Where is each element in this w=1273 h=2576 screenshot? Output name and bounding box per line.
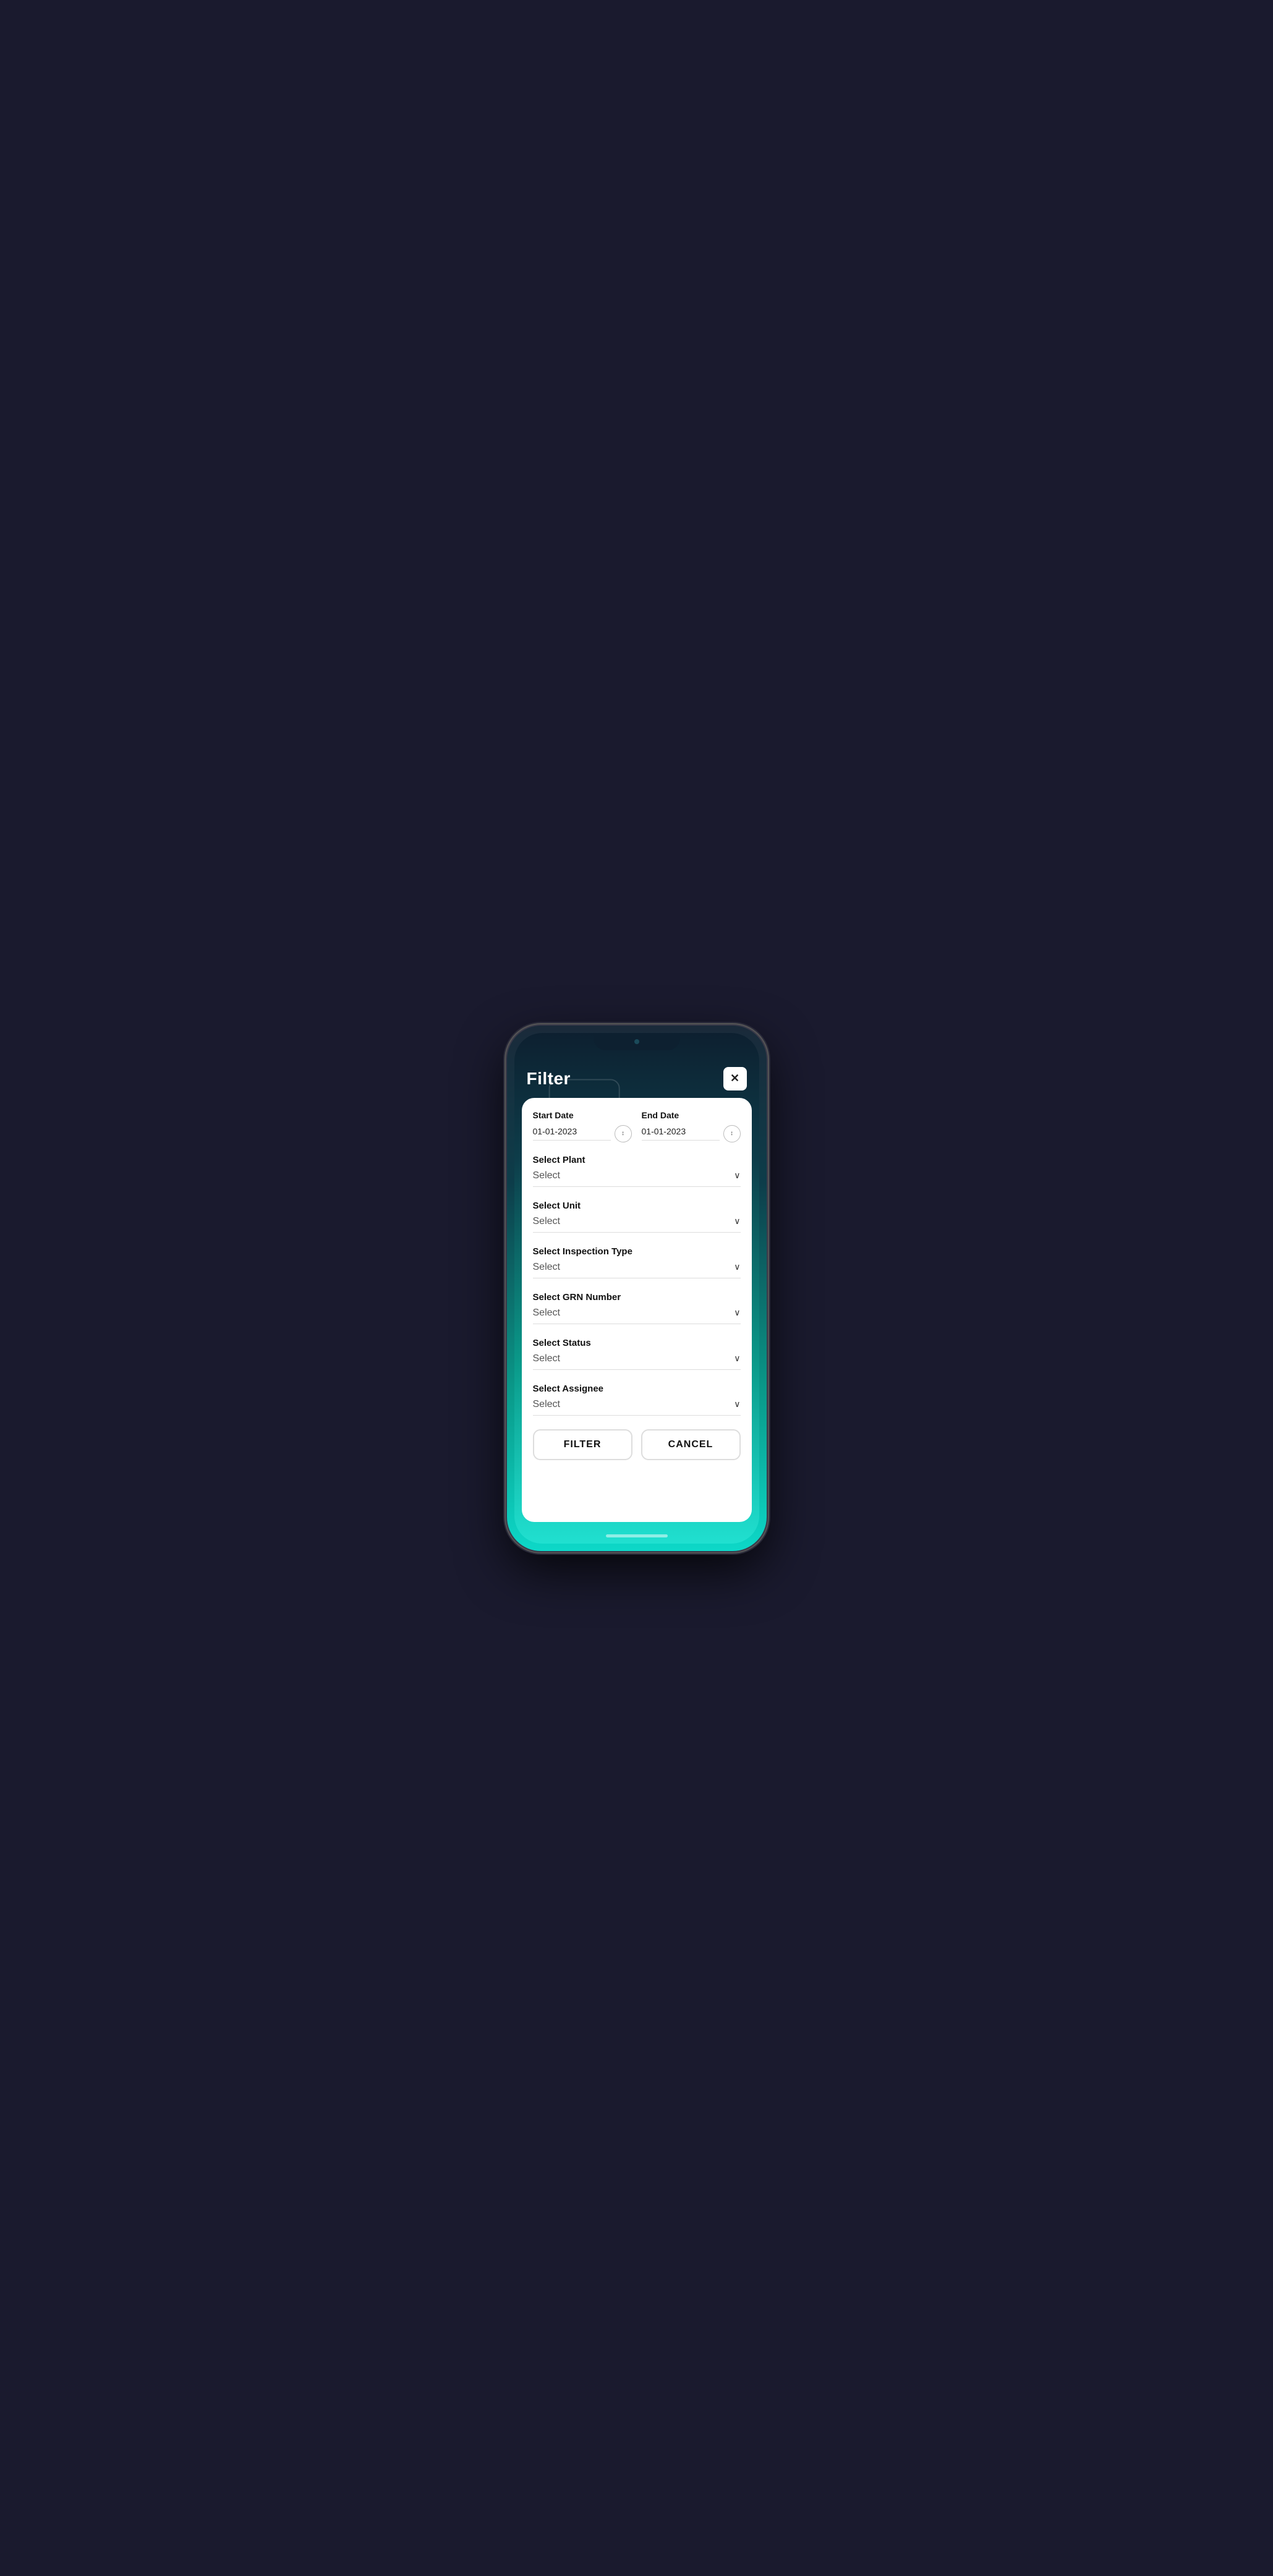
select-row-status[interactable]: Select ∨ (533, 1353, 741, 1370)
page-title: Filter (527, 1069, 571, 1089)
chevron-down-icon-status: ∨ (734, 1353, 740, 1364)
select-value-status: Select (533, 1353, 560, 1364)
phone-frame: Filter ✕ Start Date 01-01-2023 ↕ End Dat… (507, 1026, 767, 1551)
select-row-assignee[interactable]: Select ∨ (533, 1399, 741, 1416)
home-indicator (606, 1534, 668, 1537)
end-date-input-wrap: 01-01-2023 ↕ (642, 1125, 741, 1142)
end-date-sort-icon[interactable]: ↕ (723, 1125, 741, 1142)
end-date-field: End Date 01-01-2023 ↕ (642, 1110, 741, 1142)
select-label-plant: Select Plant (533, 1155, 741, 1165)
select-label-unit: Select Unit (533, 1201, 741, 1211)
date-row: Start Date 01-01-2023 ↕ End Date 01-01-2… (533, 1110, 741, 1142)
chevron-down-icon-unit: ∨ (734, 1216, 740, 1226)
select-value-plant: Select (533, 1170, 560, 1181)
start-date-value[interactable]: 01-01-2023 (533, 1126, 611, 1141)
select-value-assignee: Select (533, 1399, 560, 1410)
start-date-input-wrap: 01-01-2023 ↕ (533, 1125, 632, 1142)
select-row-grn-number[interactable]: Select ∨ (533, 1307, 741, 1324)
filter-button[interactable]: FILTER (533, 1429, 632, 1460)
chevron-down-icon-inspection-type: ∨ (734, 1262, 740, 1272)
phone-notch (594, 1033, 680, 1050)
chevron-down-icon-plant: ∨ (734, 1170, 740, 1181)
end-date-value[interactable]: 01-01-2023 (642, 1126, 720, 1141)
end-date-label: End Date (642, 1110, 741, 1120)
select-group-plant: Select Plant Select ∨ (533, 1155, 741, 1187)
phone-screen: Filter ✕ Start Date 01-01-2023 ↕ End Dat… (514, 1033, 759, 1544)
cancel-button[interactable]: CANCEL (641, 1429, 741, 1460)
notch-camera (634, 1039, 639, 1044)
select-label-assignee: Select Assignee (533, 1384, 741, 1394)
select-row-inspection-type[interactable]: Select ∨ (533, 1262, 741, 1278)
select-groups: Select PlantSelect∨Select UnitSelect∨Sel… (533, 1155, 741, 1416)
select-value-unit: Select (533, 1216, 560, 1227)
select-group-assignee: Select Assignee Select ∨ (533, 1384, 741, 1416)
button-row: FILTER CANCEL (533, 1429, 741, 1463)
chevron-down-icon-assignee: ∨ (734, 1399, 740, 1409)
select-group-status: Select Status Select ∨ (533, 1338, 741, 1370)
select-row-unit[interactable]: Select ∨ (533, 1216, 741, 1233)
filter-card: Start Date 01-01-2023 ↕ End Date 01-01-2… (522, 1098, 752, 1522)
select-value-inspection-type: Select (533, 1262, 560, 1273)
select-label-grn-number: Select GRN Number (533, 1292, 741, 1303)
start-date-label: Start Date (533, 1110, 632, 1120)
chevron-down-icon-grn-number: ∨ (734, 1307, 740, 1318)
start-date-field: Start Date 01-01-2023 ↕ (533, 1110, 632, 1142)
select-label-inspection-type: Select Inspection Type (533, 1246, 741, 1257)
select-label-status: Select Status (533, 1338, 741, 1348)
select-group-grn-number: Select GRN Number Select ∨ (533, 1292, 741, 1324)
select-row-plant[interactable]: Select ∨ (533, 1170, 741, 1187)
close-button[interactable]: ✕ (723, 1067, 747, 1090)
select-value-grn-number: Select (533, 1307, 560, 1319)
filter-header: Filter ✕ (514, 1058, 759, 1100)
select-group-unit: Select Unit Select ∨ (533, 1201, 741, 1233)
start-date-sort-icon[interactable]: ↕ (615, 1125, 632, 1142)
select-group-inspection-type: Select Inspection Type Select ∨ (533, 1246, 741, 1278)
